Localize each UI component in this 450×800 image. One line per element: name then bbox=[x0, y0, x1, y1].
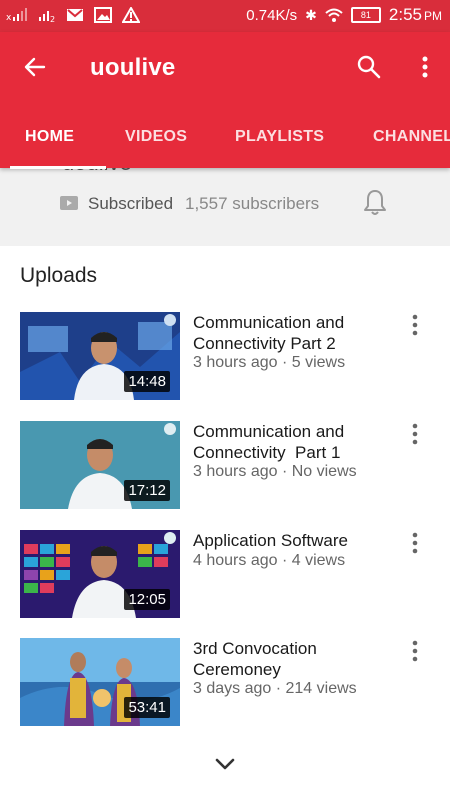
clock: 2:55 PM bbox=[389, 5, 442, 25]
clock-ampm: PM bbox=[424, 9, 442, 23]
subscribed-icon bbox=[60, 196, 78, 210]
video-thumbnail[interactable]: 12:05 bbox=[20, 530, 180, 618]
chevron-down-icon[interactable] bbox=[214, 757, 236, 771]
image-icon bbox=[94, 7, 112, 23]
video-title[interactable]: Communication and Connectivity Part 1 bbox=[193, 421, 398, 463]
search-icon[interactable] bbox=[356, 54, 382, 80]
video-item[interactable]: 12:05 Application Software 4 hours ago ·… bbox=[0, 530, 450, 622]
video-duration: 14:48 bbox=[124, 371, 170, 392]
video-title-line: Connectivity Part 1 bbox=[193, 443, 341, 462]
video-thumbnail[interactable]: 17:12 bbox=[20, 421, 180, 509]
tab-videos[interactable]: VIDEOS bbox=[125, 128, 187, 146]
tab-channels[interactable]: CHANNEL bbox=[373, 128, 450, 146]
video-meta: 4 hours ago · 4 views bbox=[193, 552, 346, 569]
subscribed-button[interactable]: Subscribed bbox=[88, 194, 173, 214]
battery-level: 81 bbox=[360, 10, 371, 20]
video-title[interactable]: 3rd Convocation Ceremoney bbox=[193, 638, 398, 680]
status-icons-left: x 2 bbox=[6, 6, 140, 24]
svg-text:x: x bbox=[6, 13, 12, 23]
bluetooth-icon: ✱ bbox=[305, 6, 317, 23]
gmail-icon bbox=[67, 9, 83, 21]
app-bar: uoulive HOME VIDEOS PLAYLISTS CHANNEL bbox=[0, 32, 450, 169]
video-title-line: Application Software bbox=[193, 531, 348, 550]
clock-time: 2:55 bbox=[388, 5, 422, 24]
video-thumbnail[interactable]: 14:48 bbox=[20, 312, 180, 400]
video-duration: 17:12 bbox=[124, 480, 170, 501]
video-menu-icon[interactable] bbox=[412, 532, 418, 554]
notification-bell-icon[interactable] bbox=[362, 188, 388, 218]
video-title[interactable]: Application Software bbox=[193, 530, 398, 551]
video-meta: 3 hours ago · No views bbox=[193, 463, 357, 480]
channel-info: uoulive Subscribed 1,557 subscribers bbox=[0, 168, 450, 246]
video-meta: 3 hours ago · 5 views bbox=[193, 354, 346, 371]
video-menu-icon[interactable] bbox=[412, 640, 418, 662]
video-duration: 12:05 bbox=[124, 589, 170, 610]
video-thumbnail[interactable]: 53:41 bbox=[20, 638, 180, 726]
subscriber-count: 1,557 subscribers bbox=[185, 194, 320, 213]
channel-title: uoulive bbox=[90, 54, 176, 81]
channel-tabs: HOME VIDEOS PLAYLISTS CHANNEL bbox=[0, 128, 450, 169]
tab-playlists[interactable]: PLAYLISTS bbox=[235, 128, 324, 146]
status-icons-right: 0.74K/s ✱ 81 2:55 PM bbox=[246, 5, 442, 25]
video-item[interactable]: 17:12 Communication and Connectivity Par… bbox=[0, 421, 450, 513]
more-options-icon[interactable] bbox=[422, 56, 428, 78]
svg-text:2: 2 bbox=[50, 15, 55, 24]
wifi-icon bbox=[325, 8, 343, 22]
status-bar: x 2 0.74K/s ✱ 81 2:55 PM bbox=[0, 0, 450, 32]
video-item[interactable]: 14:48 Communication and Connectivity Par… bbox=[0, 312, 450, 404]
video-duration: 53:41 bbox=[124, 697, 170, 718]
active-tab-indicator bbox=[10, 166, 106, 169]
back-arrow-icon[interactable] bbox=[22, 54, 48, 80]
battery-icon: 81 bbox=[350, 7, 381, 23]
video-title-line: Connectivity Part 2 bbox=[193, 334, 336, 353]
warning-icon bbox=[122, 7, 140, 23]
network-speed: 0.74K/s bbox=[246, 6, 298, 24]
video-title-line: 3rd Convocation bbox=[193, 639, 317, 658]
video-menu-icon[interactable] bbox=[412, 423, 418, 445]
video-item[interactable]: 53:41 3rd Convocation Ceremoney 3 days a… bbox=[0, 638, 450, 730]
channel-name-scrolled: uoulive bbox=[62, 168, 132, 176]
video-menu-icon[interactable] bbox=[412, 314, 418, 336]
signal-sim1-icon: x bbox=[6, 8, 27, 23]
video-meta: 3 days ago · 214 views bbox=[193, 680, 357, 697]
video-title-line: Communication and bbox=[193, 313, 345, 332]
uploads-heading: Uploads bbox=[20, 264, 98, 287]
tab-home[interactable]: HOME bbox=[25, 128, 74, 146]
video-title-line: Communication and bbox=[193, 422, 345, 441]
video-title-line: Ceremoney bbox=[193, 660, 281, 679]
video-title[interactable]: Communication and Connectivity Part 2 bbox=[193, 312, 398, 354]
signal-sim2-icon: 2 bbox=[39, 11, 55, 24]
